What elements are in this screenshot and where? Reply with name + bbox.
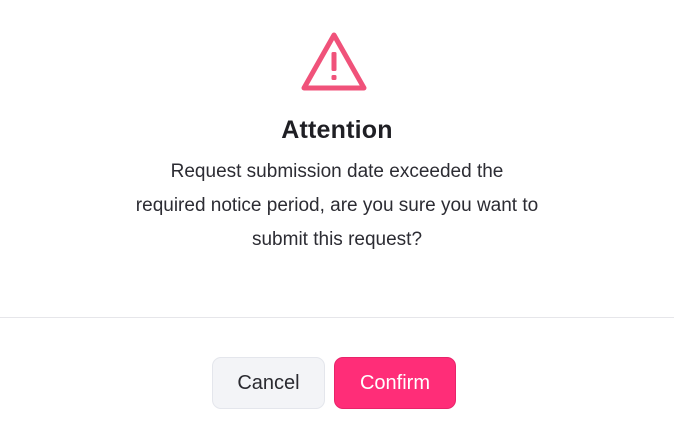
confirmation-dialog: Attention Request submission date exceed… [0,0,674,443]
message-line: submit this request? [251,229,423,250]
confirm-button[interactable]: Confirm [334,357,456,409]
dialog-title: Attention [281,116,393,144]
dialog-message: Request submission date exceeded the req… [87,155,587,257]
divider [0,317,674,318]
message-line: required notice period, are you sure you… [135,195,539,216]
cancel-button[interactable]: Cancel [212,357,325,409]
message-line: Request submission date exceeded the [170,161,504,182]
warning-triangle-icon [301,32,367,91]
